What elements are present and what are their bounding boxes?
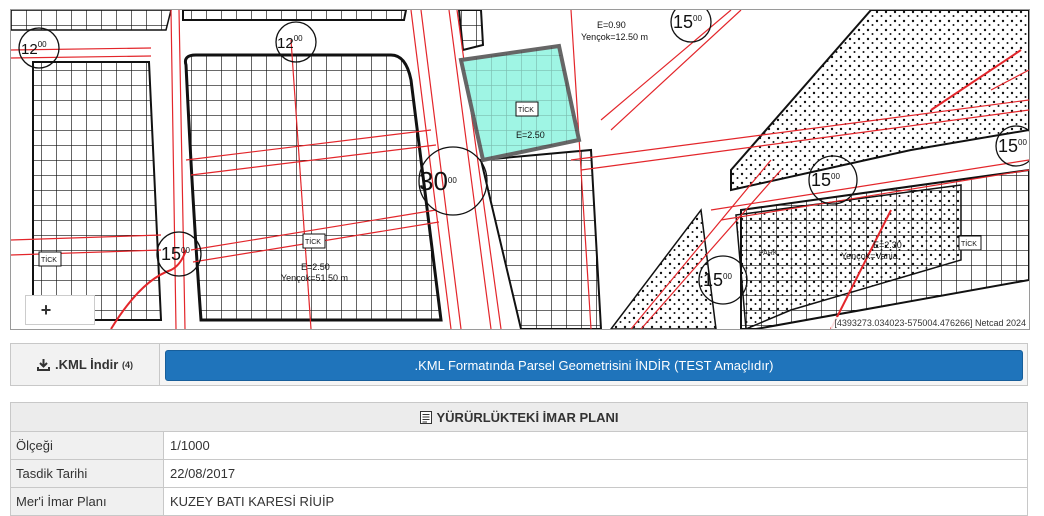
zoning-plan-header: YÜRÜRLÜKTEKİ İMAR PLANI xyxy=(11,403,1027,432)
parcel-e-left: E=2.50 xyxy=(301,262,330,272)
plan-row-value: 22/08/2017 xyxy=(170,466,236,481)
plan-row-approval-date: Tasdik Tarihi 22/08/2017 xyxy=(11,460,1027,488)
zoom-control: + xyxy=(25,295,95,325)
tick-label-2: TİCK xyxy=(518,105,534,114)
document-icon xyxy=(419,410,432,424)
map-attribution: [4393273.034023-575004.476266] Netcad 20… xyxy=(831,317,1029,329)
parcel-e-right: E=2.30 xyxy=(873,240,902,250)
plan-row-key: Tasdik Tarihi xyxy=(11,460,164,487)
download-icon xyxy=(37,359,51,371)
plan-row-current-plan: Mer'i İmar Planı KUZEY BATI KARESİ RİUİP xyxy=(11,488,1027,515)
plan-row-key: Mer'i İmar Planı xyxy=(11,488,164,515)
kml-label: .KML İndir (4) xyxy=(11,344,160,385)
parcel-yencok-right: Yençok=Vania xyxy=(841,251,898,261)
zoning-map-drawing[interactable]: 1200 1200 1500 1500 1500 1500 3000 1500 … xyxy=(11,10,1029,329)
tick-label-4: TİCK xyxy=(961,239,977,248)
tick-label-3: TİCK xyxy=(41,255,57,264)
kml-download-row: .KML İndir (4) .KML Formatında Parsel Ge… xyxy=(10,343,1028,386)
parcel-yencok-top: Yençok=12.50 m xyxy=(581,32,648,42)
zoning-plan-title: YÜRÜRLÜKTEKİ İMAR PLANI xyxy=(436,409,619,425)
plan-row-value: KUZEY BATI KARESİ RİUİP xyxy=(170,494,335,509)
kml-download-button[interactable]: .KML Formatında Parsel Geometrisini İNDİ… xyxy=(165,350,1023,381)
kml-label-sup: (4) xyxy=(121,359,133,370)
plan-row-scale: Ölçeği 1/1000 xyxy=(11,432,1027,460)
kml-label-text: .KML İndir xyxy=(55,357,119,372)
plan-row-key: Ölçeği xyxy=(11,432,164,459)
zoning-map[interactable]: 1200 1200 1500 1500 1500 1500 3000 1500 … xyxy=(10,9,1030,330)
tick-label-1: TİCK xyxy=(305,237,321,246)
plan-row-value: 1/1000 xyxy=(170,438,210,453)
parcel-e-top: E=0.90 xyxy=(597,20,626,30)
parcel-e-selected: E=2.50 xyxy=(516,130,545,140)
parcel-yencok-left: Yençok=51.50 m xyxy=(281,273,348,283)
zoning-plan-table: YÜRÜRLÜKTEKİ İMAR PLANI Ölçeği 1/1000 Ta… xyxy=(10,402,1028,516)
park-label: PARK xyxy=(759,250,778,257)
zoom-in-button[interactable]: + xyxy=(26,296,66,324)
